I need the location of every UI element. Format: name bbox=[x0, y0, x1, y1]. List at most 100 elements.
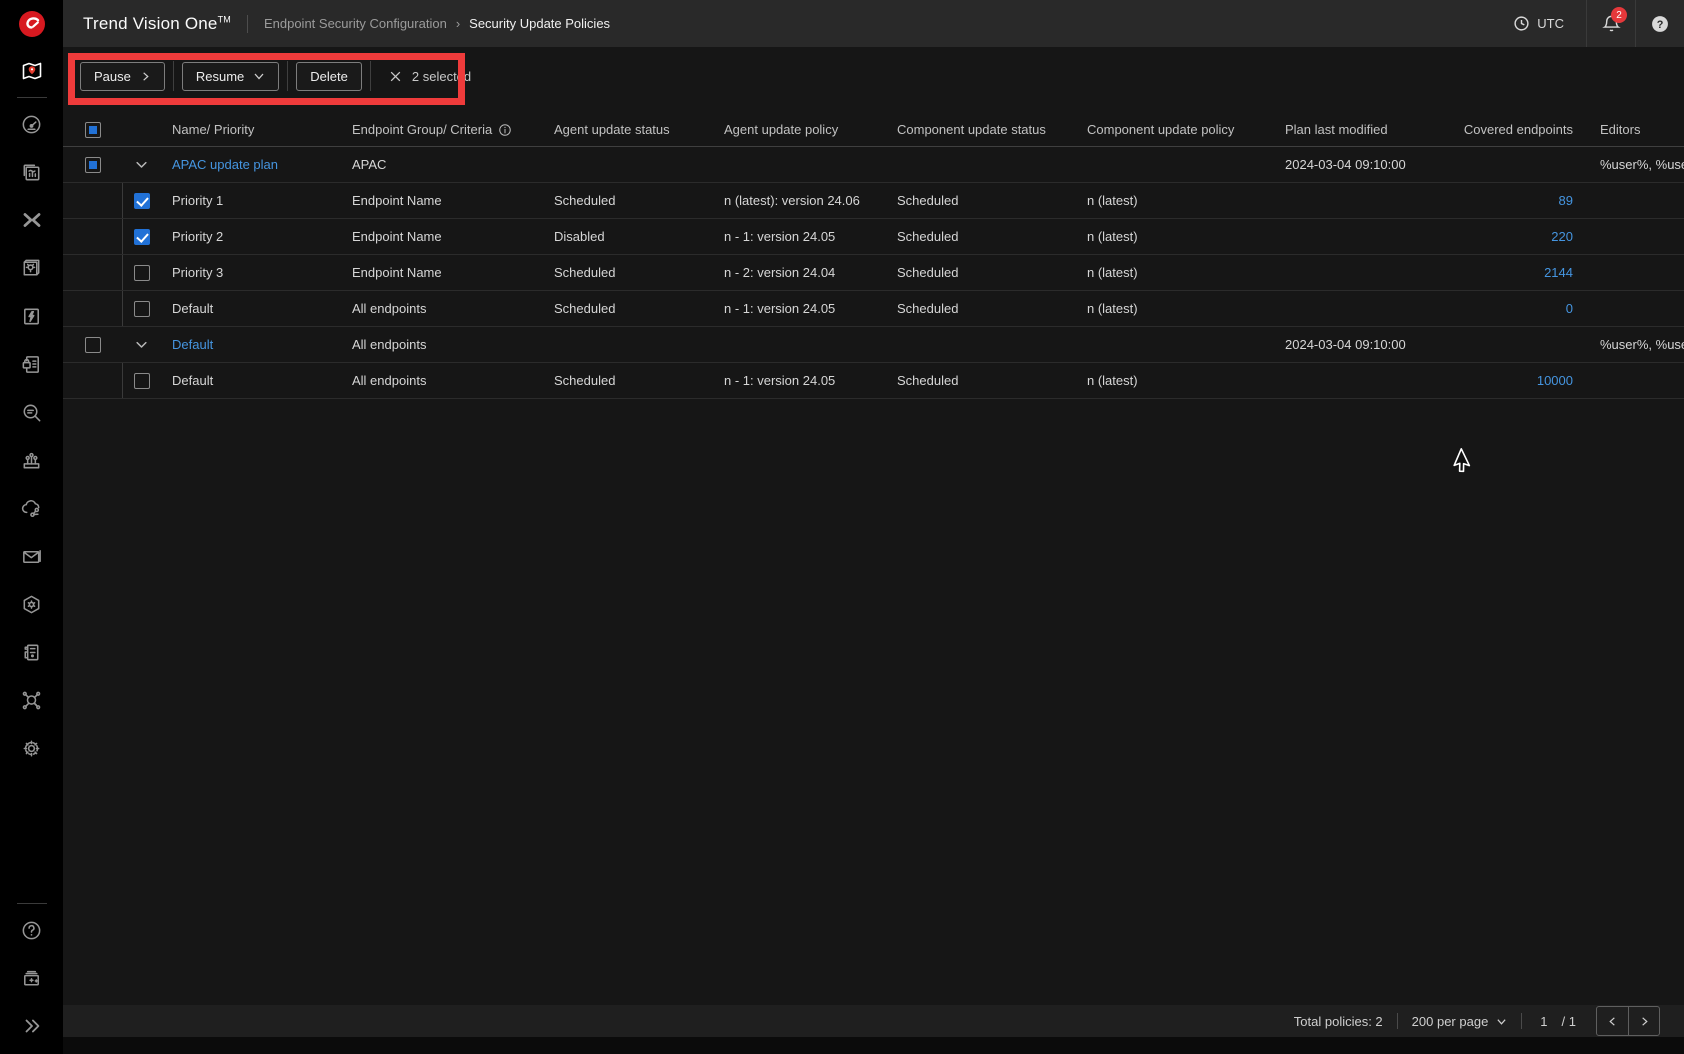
selected-count-label: 2 selected bbox=[412, 69, 471, 84]
policy-child-row: DefaultAll endpointsScheduledn - 1: vers… bbox=[63, 291, 1684, 327]
delete-button[interactable]: Delete bbox=[296, 62, 362, 91]
app-root: { "header": { "app_title": "Trend Vision… bbox=[0, 0, 1684, 1054]
sidebar-item-endpoint-security[interactable] bbox=[0, 580, 63, 628]
per-page-selector[interactable]: 200 per page bbox=[1412, 1014, 1508, 1029]
chevron-right-icon bbox=[1639, 1016, 1650, 1027]
sidebar-item-settings[interactable] bbox=[0, 724, 63, 772]
clear-selection-icon[interactable] bbox=[389, 70, 402, 83]
resume-label: Resume bbox=[196, 69, 244, 84]
row-expander-cell bbox=[123, 327, 160, 362]
resume-button[interactable]: Resume bbox=[182, 62, 279, 91]
row-checkbox[interactable] bbox=[134, 229, 150, 245]
svg-text:?: ? bbox=[1657, 18, 1664, 30]
policy-child-row: Priority 1Endpoint NameScheduledn (lates… bbox=[63, 183, 1684, 219]
sidebar-item-xdr[interactable] bbox=[0, 196, 63, 244]
sidebar-item-reports[interactable] bbox=[0, 148, 63, 196]
report-chart-icon bbox=[20, 161, 43, 184]
covered-endpoints-link[interactable]: 2144 bbox=[1544, 265, 1573, 280]
sidebar-item-email-security[interactable] bbox=[0, 532, 63, 580]
cell-agent-update-status: Scheduled bbox=[542, 373, 712, 388]
topbar-right: UTC 2 ? bbox=[1491, 0, 1684, 47]
pause-button[interactable]: Pause bbox=[80, 62, 165, 91]
covered-endpoints-link[interactable]: 0 bbox=[1566, 301, 1573, 316]
cell-endpoint-group: All endpoints bbox=[340, 337, 542, 352]
chevron-right-icon bbox=[140, 71, 151, 82]
breadcrumb-root[interactable]: Endpoint Security Configuration bbox=[264, 16, 447, 31]
bulk-action-toolbar: Pause Resume Delete 2 selected bbox=[80, 61, 471, 91]
cell-component-update-status: Scheduled bbox=[885, 229, 1075, 244]
policy-child-row: Priority 2Endpoint NameDisabledn - 1: ve… bbox=[63, 219, 1684, 255]
trademark: TM bbox=[218, 14, 231, 24]
covered-endpoints-link[interactable]: 10000 bbox=[1537, 373, 1573, 388]
policy-plan-link[interactable]: APAC update plan bbox=[172, 157, 278, 172]
cell-name: Priority 2 bbox=[160, 229, 340, 244]
chevron-down-icon[interactable] bbox=[123, 147, 160, 182]
double-chevron-right-icon bbox=[21, 1015, 43, 1037]
cell-endpoint-group: All endpoints bbox=[340, 373, 542, 388]
help-button[interactable]: ? bbox=[1635, 0, 1684, 47]
timezone-selector[interactable]: UTC bbox=[1491, 0, 1586, 47]
row-checkbox[interactable] bbox=[85, 157, 101, 173]
sidebar-item-search[interactable] bbox=[0, 388, 63, 436]
cell-agent-update-policy: n - 1: version 24.05 bbox=[712, 229, 885, 244]
total-policies-label: Total policies: 2 bbox=[1294, 1014, 1383, 1029]
toolbar-separator bbox=[173, 61, 174, 91]
row-checkbox[interactable] bbox=[134, 301, 150, 317]
column-header-endpoint-group-criteria: Endpoint Group/ Criteria bbox=[340, 122, 542, 137]
covered-endpoints-link[interactable]: 89 bbox=[1559, 193, 1573, 208]
sidebar-item-console-add[interactable] bbox=[0, 954, 63, 1002]
page-number[interactable]: 1 bbox=[1540, 1014, 1547, 1029]
row-checkbox[interactable] bbox=[134, 373, 150, 389]
column-header-component-update-status: Component update status bbox=[885, 122, 1075, 137]
cell-component-update-policy: n (latest) bbox=[1075, 193, 1273, 208]
xdr-x-icon bbox=[20, 208, 44, 232]
column-header-plan-last-modified: Plan last modified bbox=[1273, 122, 1441, 137]
help-icon: ? bbox=[1650, 14, 1670, 34]
pin-board-icon bbox=[20, 449, 43, 472]
sidebar-item-command-center[interactable] bbox=[0, 47, 63, 95]
cell-component-update-policy: n (latest) bbox=[1075, 301, 1273, 316]
sidebar-item-service-management[interactable] bbox=[0, 628, 63, 676]
sidebar-item-workbench[interactable] bbox=[0, 244, 63, 292]
sidebar bbox=[0, 0, 63, 1054]
sidebar-item-dashboard[interactable] bbox=[0, 100, 63, 148]
sidebar-item-response[interactable] bbox=[0, 292, 63, 340]
cell-name: Default bbox=[160, 337, 340, 352]
sidebar-item-threat-intelligence[interactable] bbox=[0, 676, 63, 724]
cell-component-update-status: Scheduled bbox=[885, 193, 1075, 208]
envelope-icon bbox=[20, 545, 43, 568]
bottom-strip bbox=[63, 1037, 1684, 1054]
sidebar-item-cloud-security[interactable] bbox=[0, 484, 63, 532]
policy-group-row: DefaultAll endpoints2024-03-04 09:10:00%… bbox=[63, 327, 1684, 363]
row-select-cell bbox=[63, 255, 123, 290]
previous-page-button[interactable] bbox=[1597, 1007, 1628, 1035]
row-select-cell bbox=[63, 291, 123, 326]
next-page-button[interactable] bbox=[1628, 1007, 1659, 1035]
cell-agent-update-status: Disabled bbox=[542, 229, 712, 244]
notifications-button[interactable]: 2 bbox=[1586, 0, 1635, 47]
sidebar-item-help[interactable] bbox=[0, 906, 63, 954]
info-icon[interactable] bbox=[498, 123, 512, 137]
sidebar-item-attack-surface[interactable] bbox=[0, 436, 63, 484]
row-checkbox[interactable] bbox=[85, 337, 101, 353]
timezone-label: UTC bbox=[1537, 16, 1564, 31]
cell-covered-endpoints: 89 bbox=[1441, 193, 1585, 208]
trend-micro-logo-icon bbox=[18, 10, 46, 38]
selection-summary: 2 selected bbox=[389, 69, 471, 84]
row-checkbox[interactable] bbox=[134, 265, 150, 281]
policy-plan-link[interactable]: Default bbox=[172, 337, 213, 352]
hexagon-gear-icon bbox=[20, 593, 43, 616]
cell-covered-endpoints: 220 bbox=[1441, 229, 1585, 244]
sidebar-item-collapse[interactable] bbox=[0, 1002, 63, 1050]
gauge-icon bbox=[20, 113, 43, 136]
row-expander-cell bbox=[123, 219, 160, 254]
covered-endpoints-link[interactable]: 220 bbox=[1551, 229, 1573, 244]
toolbar-separator bbox=[370, 61, 371, 91]
chevron-down-icon[interactable] bbox=[123, 327, 160, 362]
row-checkbox[interactable] bbox=[134, 193, 150, 209]
select-all-checkbox[interactable] bbox=[85, 122, 101, 138]
trend-micro-logo[interactable] bbox=[0, 0, 63, 47]
sidebar-item-data-security[interactable] bbox=[0, 340, 63, 388]
workbench-bulb-icon bbox=[20, 257, 43, 280]
row-select-cell bbox=[63, 363, 123, 398]
